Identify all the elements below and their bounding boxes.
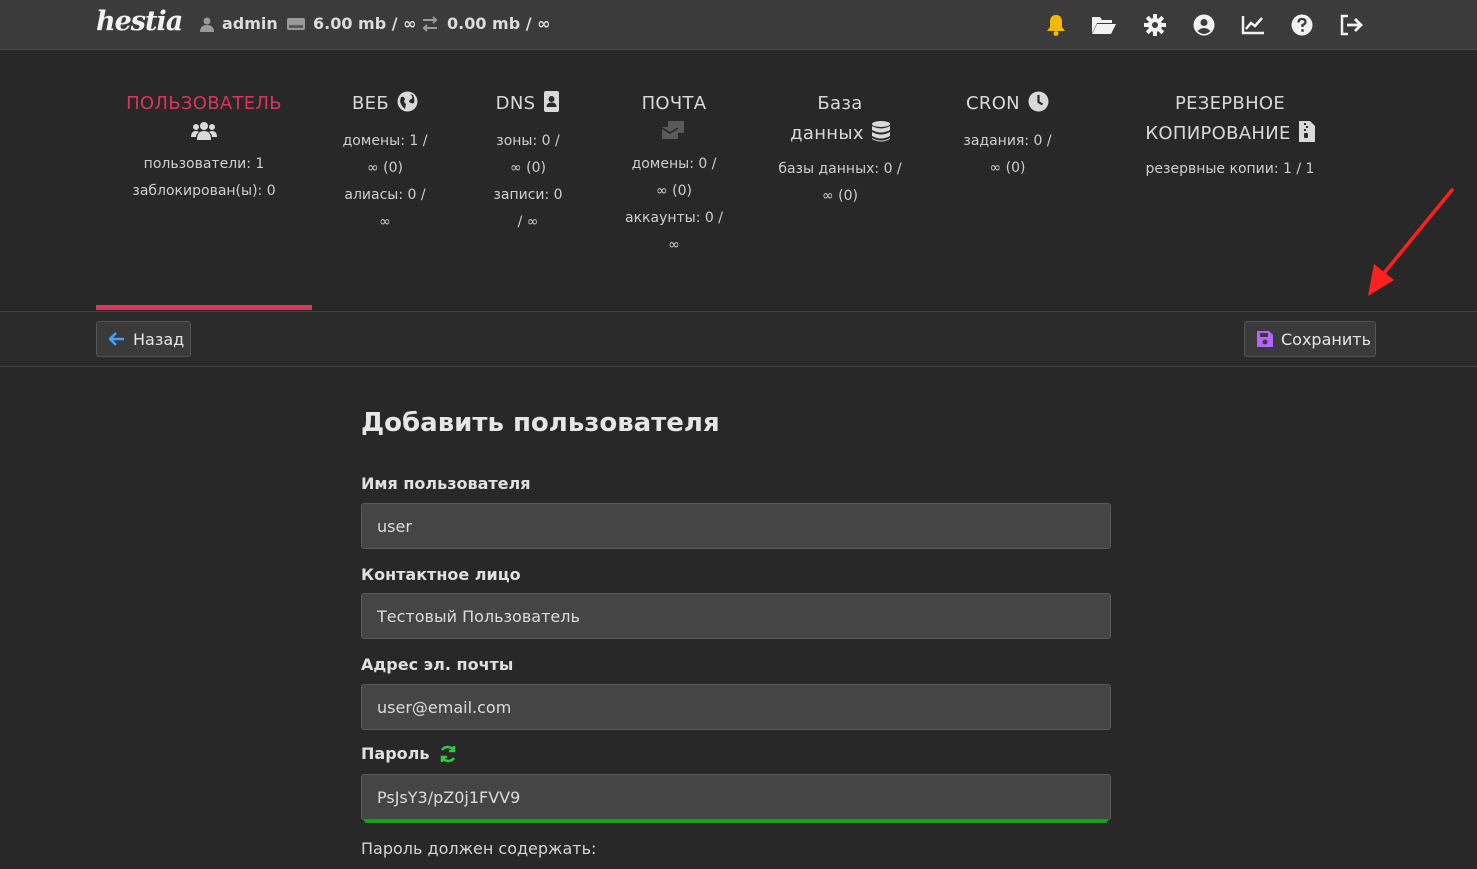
gear-icon[interactable]	[1142, 12, 1168, 38]
tab-dns-stat: ∞ (0)	[510, 160, 546, 176]
password-strength-bar	[364, 819, 1108, 823]
password-field[interactable]: PsJsY3/pZ0j1FVV9	[361, 774, 1111, 820]
user-icon	[200, 16, 214, 32]
tab-users-title: ПОЛЬЗОВАТЕЛЬ	[126, 93, 282, 114]
active-tab-indicator	[96, 305, 312, 310]
tab-mail[interactable]: ПОЧТА домены: 0 / ∞ (0) аккаунты: 0 / ∞	[614, 89, 734, 259]
toolbar: Назад Сохранить	[0, 312, 1477, 367]
tab-backups[interactable]: РЕЗЕРВНОЕ КОПИРОВАНИЕ резервные копии: 1…	[1120, 89, 1340, 183]
tab-users-stat: пользователи: 1	[143, 156, 265, 172]
refresh-icon[interactable]	[439, 745, 457, 763]
chart-line-icon[interactable]	[1240, 12, 1266, 38]
hdd-icon	[287, 17, 305, 31]
contact-value: Тестовый Пользователь	[377, 606, 580, 626]
bell-icon[interactable]	[1043, 12, 1069, 38]
tab-databases-title-line1: База	[817, 93, 863, 114]
page-title: Добавить пользователя	[361, 408, 720, 438]
save-button-label: Сохранить	[1281, 329, 1371, 349]
top-bar: hestia admin 6.00 mb / ∞ 0.00 mb / ∞	[0, 0, 1477, 50]
tab-dns-stat: записи: 0	[493, 187, 563, 203]
current-user-name: admin	[222, 14, 278, 33]
tab-mail-stat: ∞	[668, 237, 680, 253]
contact-label: Контактное лицо	[361, 565, 521, 584]
hestia-logo[interactable]: hestia	[96, 6, 183, 37]
tab-users-stat: заблокирован(ы): 0	[132, 183, 276, 199]
tab-backups-title-line2: КОПИРОВАНИЕ	[1145, 123, 1291, 144]
tab-users[interactable]: ПОЛЬЗОВАТЕЛЬ пользователи: 1 заблокирова…	[96, 89, 312, 205]
folder-open-icon[interactable]	[1091, 12, 1117, 38]
back-button-label: Назад	[133, 329, 185, 349]
tab-dns-stat: зоны: 0 /	[496, 133, 560, 149]
tab-web-stat: домены: 1 /	[342, 133, 428, 149]
question-circle-icon[interactable]	[1289, 12, 1315, 38]
floppy-disk-icon	[1257, 331, 1273, 347]
tab-mail-title: ПОЧТА	[641, 93, 707, 114]
tab-web-title: ВЕБ	[352, 93, 389, 114]
current-user: admin	[200, 14, 278, 33]
tab-databases-stat: ∞ (0)	[822, 188, 858, 204]
tab-cron-stat: задания: 0 /	[963, 133, 1052, 149]
tab-cron[interactable]: CRON задания: 0 / ∞ (0)	[950, 89, 1065, 182]
save-button[interactable]: Сохранить	[1244, 321, 1376, 357]
globe-icon	[397, 91, 418, 122]
password-label: Пароль	[361, 744, 430, 763]
email-label: Адрес эл. почты	[361, 655, 514, 674]
annotation-arrow	[1358, 186, 1458, 305]
email-field[interactable]: user@email.com	[361, 684, 1111, 730]
password-value: PsJsY3/pZ0j1FVV9	[377, 787, 521, 807]
contact-field[interactable]: Тестовый Пользователь	[361, 593, 1111, 639]
tab-web[interactable]: ВЕБ домены: 1 / ∞ (0) алиасы: 0 / ∞	[330, 89, 440, 236]
user-circle-icon[interactable]	[1191, 12, 1217, 38]
file-archive-icon	[1298, 121, 1315, 152]
password-label-row: Пароль	[361, 744, 457, 763]
exchange-icon	[421, 15, 439, 32]
tab-databases-stat: базы данных: 0 /	[778, 161, 902, 177]
clock-icon	[1028, 91, 1049, 122]
users-icon	[96, 121, 312, 145]
disk-usage-value: 6.00 mb / ∞	[313, 14, 417, 33]
tab-backups-stat: резервные копии: 1 / 1	[1145, 161, 1315, 177]
bandwidth-usage: 0.00 mb / ∞	[421, 14, 550, 33]
tab-mail-stat: аккаунты: 0 /	[625, 210, 723, 226]
logout-icon[interactable]	[1338, 12, 1364, 38]
address-book-icon	[543, 91, 560, 122]
tab-dns-stat: / ∞	[517, 214, 539, 230]
database-icon	[871, 121, 890, 152]
main-nav: ПОЛЬЗОВАТЕЛЬ пользователи: 1 заблокирова…	[0, 51, 1477, 311]
tab-databases-title-line2: данных	[790, 123, 864, 144]
tab-cron-title: CRON	[966, 93, 1020, 114]
email-value: user@email.com	[377, 697, 512, 717]
username-label: Имя пользователя	[361, 474, 531, 493]
username-field[interactable]: user	[361, 503, 1111, 549]
arrow-left-icon	[109, 332, 125, 346]
back-button[interactable]: Назад	[96, 321, 191, 357]
tab-cron-stat: ∞ (0)	[989, 160, 1026, 176]
tab-web-stat: ∞ (0)	[367, 160, 403, 176]
tab-dns-title: DNS	[495, 93, 536, 114]
tab-mail-stat: ∞ (0)	[656, 183, 692, 199]
tab-backups-title-line1: РЕЗЕРВНОЕ	[1174, 93, 1286, 114]
tab-web-stat: алиасы: 0 /	[344, 187, 426, 203]
username-value: user	[377, 516, 412, 536]
tab-databases[interactable]: База данных базы данных: 0 / ∞ (0)	[770, 89, 910, 210]
mail-bulk-icon	[614, 121, 734, 145]
tab-web-stat: ∞	[379, 214, 391, 230]
tab-dns[interactable]: DNS зоны: 0 / ∞ (0) записи: 0 / ∞	[478, 89, 578, 236]
tab-mail-stat: домены: 0 /	[631, 156, 717, 172]
disk-usage: 6.00 mb / ∞	[287, 14, 416, 33]
password-requirements-note: Пароль должен содержать:	[361, 839, 597, 858]
bandwidth-usage-value: 0.00 mb / ∞	[447, 14, 551, 33]
